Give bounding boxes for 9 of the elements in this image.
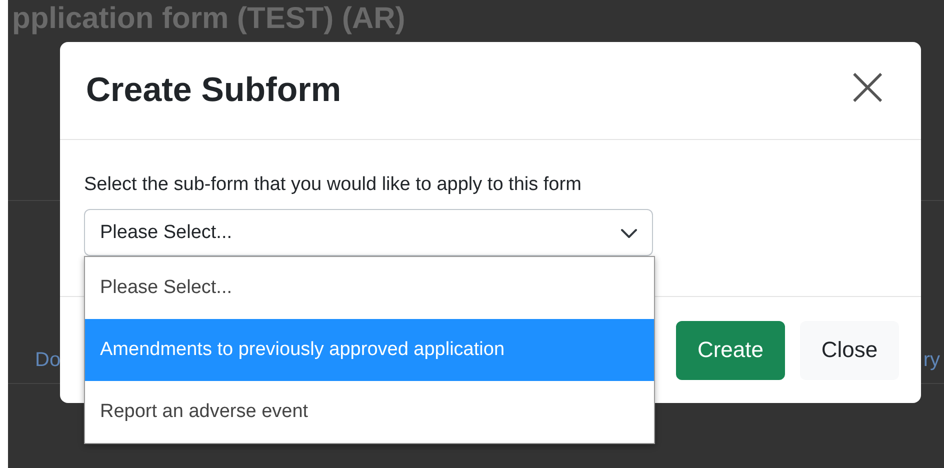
close-button[interactable]: × <box>840 66 895 114</box>
chevron-down-icon <box>620 226 638 238</box>
dropdown-option[interactable]: Report an adverse event <box>85 381 654 443</box>
create-button[interactable]: Create <box>676 320 785 380</box>
field-label: Select the sub-form that you would like to apply to this form <box>84 174 582 196</box>
close-button[interactable]: Close <box>800 320 899 380</box>
modal-title: Create Subform <box>86 71 342 110</box>
subform-select[interactable]: Please Select... <box>84 209 653 256</box>
dropdown-option[interactable]: Please Select... <box>85 257 654 319</box>
